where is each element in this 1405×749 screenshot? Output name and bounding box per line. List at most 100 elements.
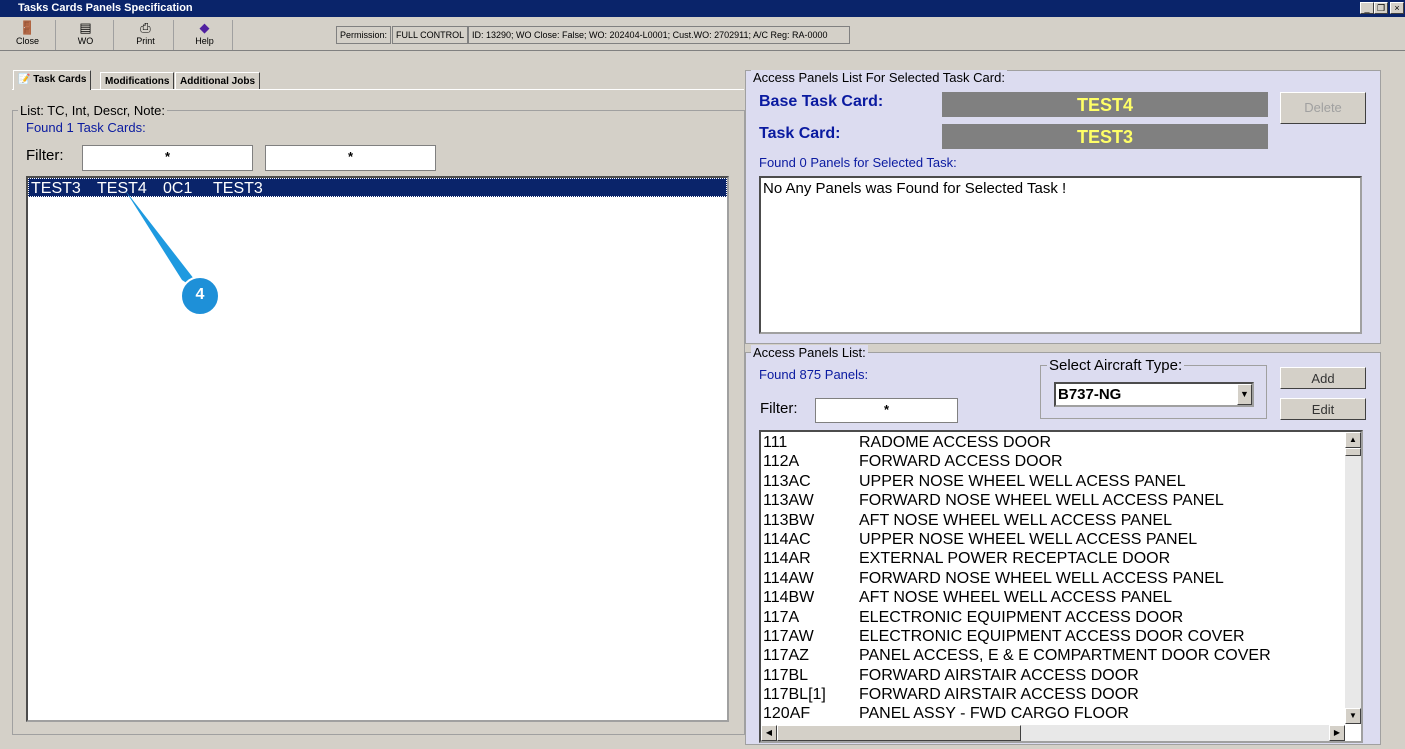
h-scroll-thumb[interactable] — [777, 725, 1021, 741]
no-panels-message: No Any Panels was Found for Selected Tas… — [763, 180, 1067, 197]
panel-code: 114AR — [763, 550, 811, 568]
task-cards-group-title: List: TC, Int, Descr, Note: — [18, 103, 167, 118]
panel-description: AFT NOSE WHEEL WELL ACCESS PANEL — [859, 589, 1172, 607]
panel-code: 117A — [763, 608, 800, 626]
panel-row[interactable]: 117BL[1] FORWARD AIRSTAIR ACCESS DOOR — [763, 685, 1343, 704]
task-card-label: Task Card: — [759, 125, 841, 142]
filter-input-2[interactable]: * — [265, 145, 436, 171]
help-label: Help — [195, 36, 214, 46]
scroll-thumb[interactable] — [1345, 448, 1361, 456]
panel-description: AFT NOSE WHEEL WELL ACCESS PANEL — [859, 511, 1172, 529]
panel-row[interactable]: 117BL FORWARD AIRSTAIR ACCESS DOOR — [763, 666, 1343, 685]
panel-row[interactable]: 117AZ PANEL ACCESS, E & E COMPARTMENT DOO… — [763, 646, 1343, 665]
panel-code: 111 — [763, 434, 788, 451]
print-label: Print — [136, 36, 155, 46]
aircraft-type-value: B737-NG — [1058, 386, 1122, 403]
panel-row[interactable]: 113AC UPPER NOSE WHEEL WELL ACESS PANEL — [763, 472, 1343, 491]
filter-input-1[interactable]: * — [82, 145, 253, 171]
panel-code: 114BW — [763, 589, 815, 607]
selected-panels-list[interactable]: No Any Panels was Found for Selected Tas… — [759, 176, 1362, 334]
panel-description: FORWARD ACCESS DOOR — [859, 453, 1063, 471]
chevron-down-icon[interactable]: ▼ — [1237, 384, 1252, 405]
panel-code: 117BL — [763, 666, 809, 684]
wo-button[interactable]: ▤ WO — [58, 20, 114, 50]
tab-modifications[interactable]: Modifications — [100, 72, 175, 90]
found-task-cards: Found 1 Task Cards: — [26, 120, 146, 135]
scroll-right-icon[interactable]: ▶ — [1329, 725, 1345, 741]
aircraft-type-select[interactable]: B737-NG ▼ — [1054, 382, 1254, 407]
base-task-card-label: Base Task Card: — [759, 93, 884, 110]
panel-code: 117AZ — [763, 647, 809, 665]
tab-label: Task Cards — [33, 74, 87, 85]
panel-description: PANEL ACCESS, E & E COMPARTMENT DOOR COV… — [859, 647, 1271, 665]
panel-row[interactable]: 114AR EXTERNAL POWER RECEPTACLE DOOR — [763, 549, 1343, 568]
panel-code: 113BW — [763, 511, 815, 529]
minimize-button[interactable]: _ — [1360, 2, 1374, 14]
access-panels-title: Access Panels List: — [751, 345, 868, 360]
panel-row[interactable]: 114AW FORWARD NOSE WHEEL WELL ACCESS PANE… — [763, 569, 1343, 588]
tab-task-cards[interactable]: 📝 Task Cards — [13, 70, 92, 90]
panel-row[interactable]: 117AW ELECTRONIC EQUIPMENT ACCESS DOOR CO… — [763, 627, 1343, 646]
panel-description: UPPER NOSE WHEEL WELL ACCESS PANEL — [859, 530, 1198, 548]
panel-row[interactable]: 112A FORWARD ACCESS DOOR — [763, 452, 1343, 471]
scroll-up-icon[interactable]: ▲ — [1345, 432, 1361, 448]
help-button[interactable]: ◆ Help — [177, 20, 233, 50]
panel-description: FORWARD AIRSTAIR ACCESS DOOR — [859, 666, 1139, 684]
panel-code: 114AW — [763, 569, 814, 587]
horizontal-scrollbar[interactable]: ◀ ▶ — [761, 725, 1345, 741]
notepad-icon: 📝 — [18, 74, 31, 85]
panel-code: 113AC — [763, 472, 811, 490]
tab-label: Modifications — [105, 76, 170, 87]
panel-description: FORWARD NOSE WHEEL WELL ACCESS PANEL — [859, 569, 1224, 587]
panel-code: 117BL[1] — [763, 686, 826, 704]
base-task-card-value: TEST4 — [942, 92, 1268, 117]
task-panels-title: Access Panels List For Selected Task Car… — [751, 70, 1007, 85]
tab-additional-jobs[interactable]: Additional Jobs — [175, 72, 260, 90]
title-bar: Tasks Cards Panels Specification — [0, 0, 1405, 17]
found-panels-selected: Found 0 Panels for Selected Task: — [759, 155, 957, 170]
permission-value: FULL CONTROL — [392, 26, 469, 44]
panel-description: FORWARD AIRSTAIR ACCESS DOOR — [859, 686, 1139, 704]
panels-filter-input[interactable]: * — [815, 398, 958, 423]
panel-code: 113AW — [763, 492, 814, 510]
panel-description: ELECTRONIC EQUIPMENT ACCESS DOOR COVER — [859, 627, 1245, 645]
panel-row[interactable]: 111 RADOME ACCESS DOOR — [763, 433, 1343, 452]
close-button[interactable]: 🚪 Close — [0, 20, 56, 50]
found-panels: Found 875 Panels: — [759, 367, 869, 382]
panel-code: 117AW — [763, 627, 814, 645]
aircraft-type-label: Select Aircraft Type: — [1047, 357, 1185, 374]
restore-button[interactable]: ❐ — [1374, 2, 1388, 14]
filter-label: Filter: — [26, 147, 64, 164]
help-book-icon: ◆ — [199, 20, 210, 35]
delete-button[interactable]: Delete — [1280, 92, 1366, 124]
scroll-left-icon[interactable]: ◀ — [761, 725, 777, 741]
panel-description: RADOME ACCESS DOOR — [859, 434, 1052, 451]
panel-row[interactable]: 114AC UPPER NOSE WHEEL WELL ACCESS PANEL — [763, 530, 1343, 549]
panel-description: UPPER NOSE WHEEL WELL ACESS PANEL — [859, 472, 1186, 490]
edit-button[interactable]: Edit — [1280, 398, 1366, 420]
print-button[interactable]: ⎙ Print — [118, 20, 174, 50]
permission-label: Permission: — [336, 26, 392, 44]
add-button[interactable]: Add — [1280, 367, 1366, 389]
close-window-button[interactable]: × — [1390, 2, 1404, 14]
callout-number: 4 — [195, 286, 205, 303]
scroll-down-icon[interactable]: ▼ — [1345, 708, 1361, 724]
wo-icon: ▤ — [79, 20, 92, 35]
panel-code: 114AC — [763, 530, 811, 548]
close-label: Close — [15, 36, 39, 46]
wo-info: ID: 13290; WO Close: False; WO: 202404-L… — [468, 26, 850, 44]
panel-row[interactable]: 114BW AFT NOSE WHEEL WELL ACCESS PANEL — [763, 588, 1343, 607]
panel-row[interactable]: 113BW AFT NOSE WHEEL WELL ACCESS PANEL — [763, 511, 1343, 530]
panel-row[interactable]: 113AW FORWARD NOSE WHEEL WELL ACCESS PANE… — [763, 491, 1343, 510]
tc-cell: TEST3 — [31, 180, 81, 197]
panel-row[interactable]: 120AF PANEL ASSY - FWD CARGO FLOOR — [763, 704, 1343, 723]
panel-code: 120AF — [763, 705, 811, 723]
panels-filter-label: Filter: — [760, 400, 798, 417]
panel-description: FORWARD NOSE WHEEL WELL ACCESS PANEL — [859, 492, 1224, 510]
vertical-scrollbar[interactable]: ▲ ▼ — [1345, 432, 1361, 724]
printer-icon: ⎙ — [140, 20, 151, 35]
panel-row[interactable]: 117A ELECTRONIC EQUIPMENT ACCESS DOOR — [763, 608, 1343, 627]
panels-list[interactable]: 111 RADOME ACCESS DOOR 112A FORWARD ACCESS … — [759, 430, 1363, 743]
exit-door-icon: 🚪 — [19, 20, 36, 35]
wo-label: WO — [77, 36, 94, 46]
